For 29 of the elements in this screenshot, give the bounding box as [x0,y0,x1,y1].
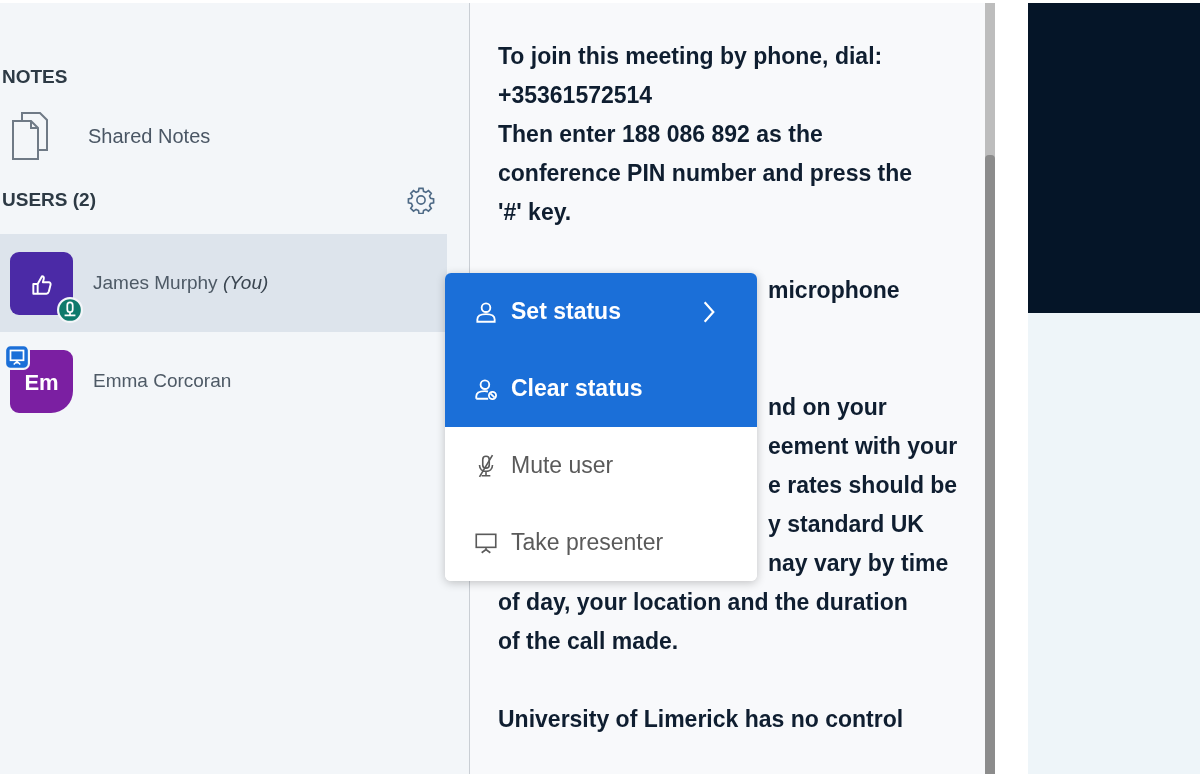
message-text: nay vary by time [768,550,949,576]
message-text: To join this meeting by phone, dial: [498,43,883,69]
message-text: y standard UK [768,511,924,537]
section-title: USERS (2) [1,189,96,211]
menu-item[interactable]: Take presenter [445,504,757,581]
message-text: University of Limerick has no control [498,706,904,732]
menu-item[interactable]: Set status [445,273,757,350]
message-text: +35361572514 [498,82,653,108]
presenter-badge-icon [4,343,30,370]
message-text: nd on your [768,394,887,420]
menu-item[interactable]: Mute user [445,427,757,504]
message-text: of day, your location and the duration [498,589,908,615]
user-name: James Murphy (You) [93,272,269,294]
message-text: Then enter 188 086 892 as the [498,121,823,147]
message-text: '#' key. [498,199,572,225]
menu-item[interactable]: Clear status [445,350,757,427]
shared-notes-item[interactable]: Shared Notes [0,100,469,172]
user-row[interactable]: James Murphy (You) [0,234,447,332]
message-text: eement with your [768,433,958,459]
message-text: conference PIN number and press the [498,160,913,186]
scrollbar[interactable] [985,3,995,774]
message-text: of the call made. [498,628,679,654]
user-name: Emma Corcoran [93,370,232,392]
user-row[interactable]: Em Emma Corcoran [0,332,447,430]
settings-icon[interactable] [407,186,435,214]
section-title: NOTES [1,66,69,88]
message-text: microphone [768,277,900,303]
microphone-badge-icon [57,296,83,323]
message-text: e rates should be [768,472,958,498]
